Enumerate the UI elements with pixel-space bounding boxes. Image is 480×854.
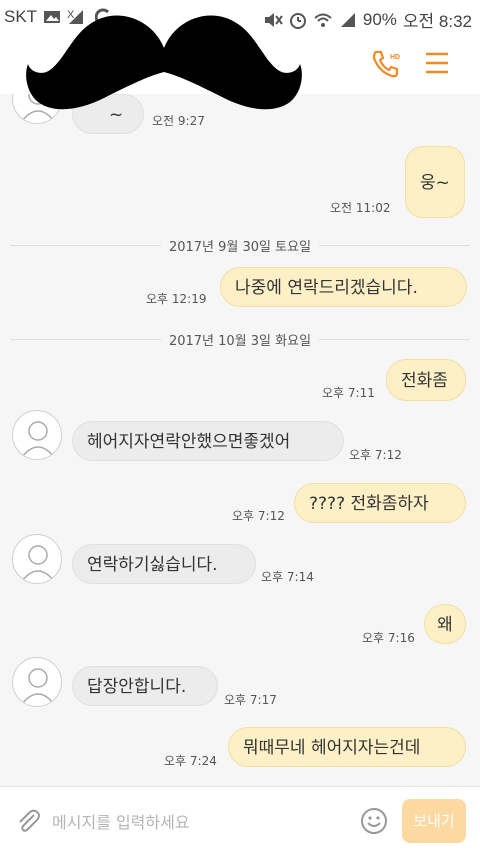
- battery-label: 90%: [362, 9, 397, 29]
- message-bubble-sent[interactable]: 웅~: [405, 146, 465, 218]
- date-separator: 2017년 10월 3일 화요일: [10, 329, 470, 349]
- wifi-icon: [314, 13, 332, 27]
- person-icon: [21, 668, 55, 705]
- message-bubble-received[interactable]: 헤어지자연락안했으면좋겠어: [72, 421, 344, 461]
- message-bubble-sent[interactable]: 뭐때무네 헤어지자는건데: [228, 727, 466, 767]
- message-time: 오후 7:24: [164, 754, 217, 768]
- message-input-bar: 보내기: [0, 786, 480, 854]
- message-time: 오전 11:02: [330, 201, 391, 215]
- send-button[interactable]: 보내기: [402, 799, 466, 843]
- message-time: 오후 7:14: [261, 570, 314, 584]
- message-time: 오후 7:12: [349, 448, 402, 462]
- person-icon: [21, 421, 55, 458]
- clock-label: 오전 8:32: [402, 12, 472, 31]
- message-bubble-sent[interactable]: 전화좀: [386, 359, 466, 401]
- message-time: 오후 12:19: [146, 292, 207, 306]
- contact-avatar[interactable]: [12, 657, 62, 707]
- phone-hd-icon[interactable]: HD: [370, 48, 402, 80]
- message-time: 오후 7:16: [362, 631, 415, 645]
- message-bubble-received[interactable]: 답장안합니다.: [72, 666, 218, 706]
- chat-area[interactable]: ~ 오전 9:27 오전 11:02 웅~ 2017년 9월 30일 토요일 오…: [0, 94, 480, 786]
- date-label: 2017년 10월 3일 화요일: [160, 334, 320, 349]
- paperclip-icon[interactable]: [14, 807, 42, 835]
- contact-avatar[interactable]: [12, 410, 62, 460]
- message-input[interactable]: [50, 801, 344, 843]
- message-time: 오후 7:12: [232, 509, 285, 523]
- date-separator: 2017년 9월 30일 토요일: [10, 235, 470, 255]
- message-bubble-sent[interactable]: 왜: [424, 604, 466, 644]
- svg-text:HD: HD: [390, 54, 400, 61]
- hamburger-menu-icon[interactable]: [424, 50, 450, 76]
- date-label: 2017년 9월 30일 토요일: [160, 240, 320, 255]
- signal-bars-icon: [340, 12, 355, 27]
- message-bubble-received[interactable]: 연락하기싫습니다.: [72, 544, 256, 584]
- emoji-icon[interactable]: [360, 807, 388, 835]
- contact-avatar[interactable]: [12, 534, 62, 584]
- person-icon: [21, 545, 55, 582]
- message-bubble-sent[interactable]: 나중에 연락드리겠습니다.: [220, 267, 467, 307]
- message-time: 오후 7:17: [224, 693, 277, 707]
- message-time: 오후 7:11: [322, 386, 375, 400]
- mustache-sticker: [26, 15, 302, 110]
- message-bubble-sent[interactable]: ???? 전화좀하자: [294, 483, 466, 523]
